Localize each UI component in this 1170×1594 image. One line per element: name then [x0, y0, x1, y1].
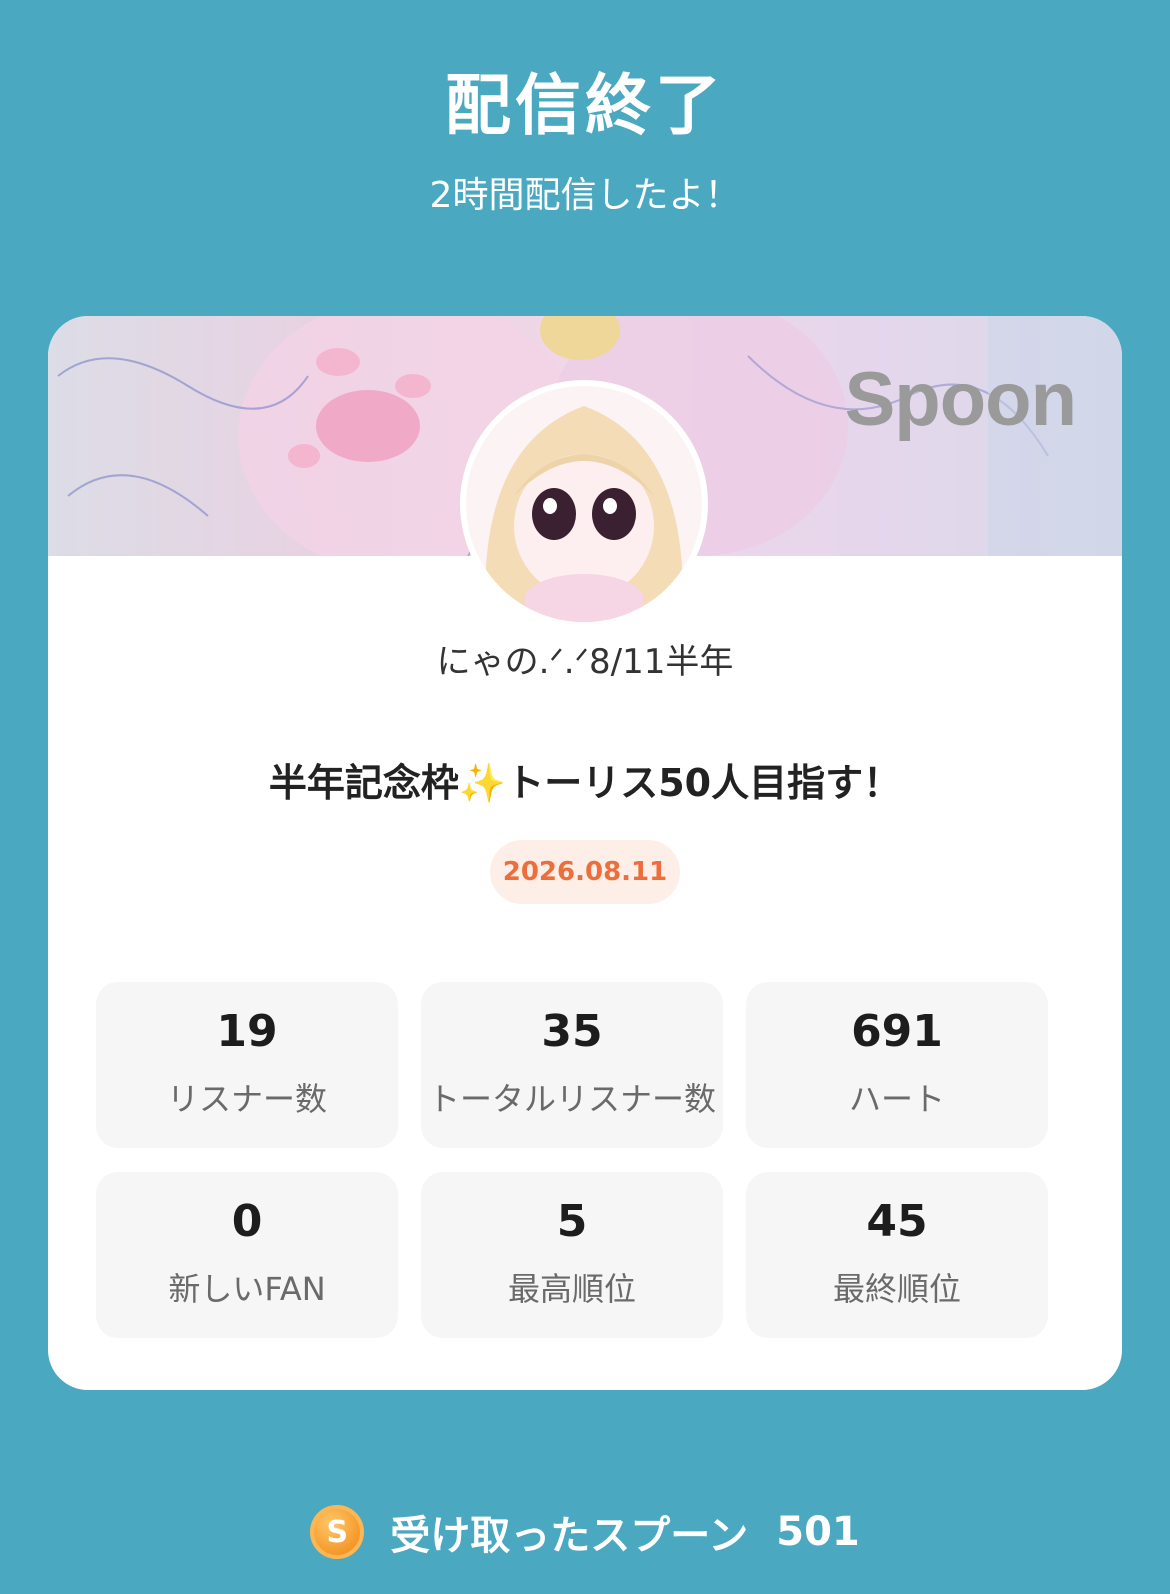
spoon-coin-icon: S: [310, 1505, 365, 1559]
stat-value: 5: [556, 1196, 588, 1247]
stat-label: 新しいFAN: [168, 1270, 326, 1308]
spoon-logo: Spoon: [844, 357, 1077, 442]
stat-highest-rank: 5 最高順位: [421, 1172, 723, 1338]
stat-listeners: 19 リスナー数: [96, 982, 398, 1148]
stat-hearts: 691 ハート: [746, 982, 1048, 1148]
stat-label: リスナー数: [166, 1080, 327, 1118]
stats-grid: 19 リスナー数 35 トータルリスナー数 691 ハート 0 新しいFAN 5…: [96, 982, 1048, 1338]
username: にゃの.ᐟ.ᐟ8/11半年: [436, 642, 734, 682]
stream-summary-card: Spoon にゃの.ᐟ.ᐟ8/11半年 半年記念枠✨トーリス50人目指す！ 20…: [48, 316, 1122, 1390]
received-spoons-label: 受け取ったスプーン: [390, 1513, 749, 1559]
stream-duration-text: 2時間配信したよ！: [429, 175, 741, 216]
received-spoons-value: 501: [776, 1509, 860, 1555]
stat-total-listeners: 35 トータルリスナー数: [421, 982, 723, 1148]
stat-value: 45: [866, 1196, 928, 1247]
stat-final-rank: 45 最終順位: [746, 1172, 1048, 1338]
stream-date-badge: 2026.08.11: [490, 840, 680, 904]
profile-avatar[interactable]: [466, 386, 702, 622]
stat-value: 0: [231, 1196, 263, 1247]
coin-letter: S: [326, 1514, 349, 1550]
stat-label: 最高順位: [507, 1270, 636, 1308]
stat-label: 最終順位: [832, 1270, 961, 1308]
stat-label: ハート: [848, 1080, 945, 1118]
page-title: 配信終了: [445, 67, 725, 144]
stat-value: 19: [216, 1006, 278, 1057]
stat-label: トータルリスナー数: [427, 1080, 716, 1118]
stat-value: 35: [541, 1006, 603, 1057]
stream-title: 半年記念枠✨トーリス50人目指す！: [268, 761, 902, 805]
stream-date: 2026.08.11: [502, 857, 668, 887]
avatar-image: [466, 386, 702, 622]
stat-new-fans: 0 新しいFAN: [96, 1172, 398, 1338]
stat-value: 691: [851, 1006, 943, 1057]
received-spoons-row: S 受け取ったスプーン 501: [0, 1500, 1170, 1564]
